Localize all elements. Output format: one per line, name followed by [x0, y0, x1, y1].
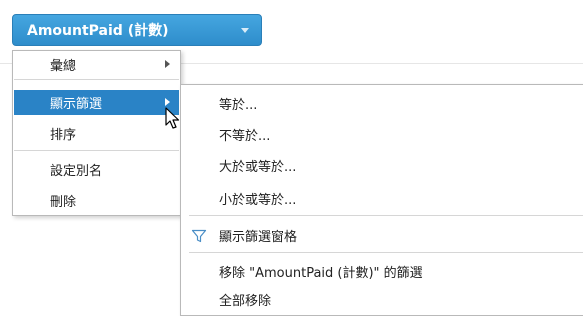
menu-item-label: 排序: [50, 128, 77, 143]
field-dropdown-button[interactable]: AmountPaid (計數): [12, 14, 262, 46]
filter-less-or-equal[interactable]: 小於或等於...: [181, 184, 583, 212]
show-filter-pane[interactable]: 顯示篩選窗格: [181, 221, 583, 249]
menu-item-aggregate[interactable]: 彙總: [14, 52, 179, 77]
submenu-arrow-icon: [165, 98, 170, 106]
menu-item-label: 刪除: [50, 195, 77, 210]
menu-item-label: 顯示篩選: [50, 97, 103, 112]
menu-item-label: 彙總: [50, 59, 77, 74]
field-dropdown-label: AmountPaid (計數): [27, 23, 169, 39]
menu-item-sort[interactable]: 排序: [14, 121, 179, 146]
menu-item-label: 小於或等於...: [219, 192, 297, 208]
menu-item-set-alias[interactable]: 設定別名: [14, 157, 179, 182]
menu-item-show-filter[interactable]: 顯示篩選: [14, 90, 179, 115]
filter-submenu: 等於... 不等於... 大於或等於... 小於或等於... 顯示篩選窗格 移除…: [180, 84, 583, 316]
menu-item-label: 等於...: [219, 97, 258, 113]
mouse-cursor-icon: [165, 107, 180, 129]
field-context-menu: 彙總 顯示篩選 排序 設定別名 刪除: [12, 50, 181, 216]
menu-separator: [189, 252, 583, 253]
remove-field-filter[interactable]: 移除 "AmountPaid (計數)" 的篩選: [181, 257, 583, 285]
menu-separator: [189, 215, 583, 216]
menu-separator: [14, 150, 179, 151]
menu-item-label: 設定別名: [50, 164, 103, 179]
menu-item-label: 移除 "AmountPaid (計數)" 的篩選: [219, 265, 423, 281]
filter-equals[interactable]: 等於...: [181, 89, 583, 117]
funnel-icon: [191, 229, 207, 243]
filter-not-equals[interactable]: 不等於...: [181, 120, 583, 148]
chevron-down-icon: [241, 28, 249, 33]
remove-all-filters[interactable]: 全部移除: [181, 285, 583, 313]
menu-item-label: 大於或等於...: [219, 159, 297, 175]
menu-separator: [14, 79, 179, 80]
submenu-arrow-icon: [165, 60, 170, 68]
menu-item-label: 顯示篩選窗格: [219, 229, 298, 245]
menu-item-delete[interactable]: 刪除: [14, 188, 179, 213]
filter-greater-or-equal[interactable]: 大於或等於...: [181, 151, 583, 179]
menu-item-label: 全部移除: [219, 293, 272, 309]
menu-item-label: 不等於...: [219, 128, 271, 144]
